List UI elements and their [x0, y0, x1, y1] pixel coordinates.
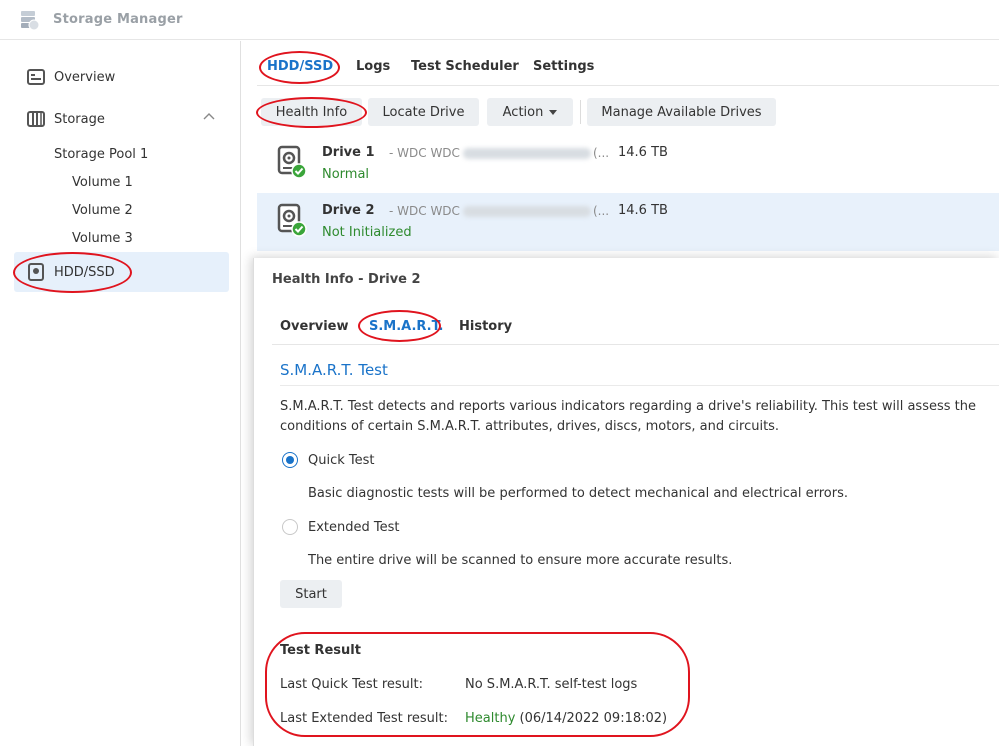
drive-size: 14.6 TB — [618, 145, 668, 160]
dialog-tabs: Overview S.M.A.R.T. History — [272, 310, 999, 345]
storage-manager-icon — [21, 11, 40, 31]
tab-overview[interactable]: Overview — [280, 319, 349, 334]
quick-test-description: Basic diagnostic tests will be performed… — [308, 486, 848, 501]
description-line: conditions of certain S.M.A.R.T. attribu… — [280, 419, 780, 434]
sidebar-item-volume-2[interactable]: Volume 2 — [72, 203, 133, 218]
sidebar-item-volume-1[interactable]: Volume 1 — [72, 175, 133, 190]
action-label: Action — [502, 104, 544, 120]
extended-test-status: Healthy — [465, 711, 516, 726]
drive-serial-blurred — [463, 206, 591, 217]
health-info-button[interactable]: Health Info — [261, 98, 362, 126]
drive-size: 14.6 TB — [618, 203, 668, 218]
caret-down-icon — [549, 109, 558, 115]
locate-drive-button[interactable]: Locate Drive — [368, 98, 479, 126]
main-tabs: HDD/SSD Logs Test Scheduler Settings — [257, 48, 999, 86]
drive-row[interactable]: Drive 2 - WDC WDC (... 14.6 TB Not Initi… — [257, 193, 999, 251]
last-quick-test-label: Last Quick Test result: — [280, 677, 423, 692]
drive-status: Normal — [322, 167, 370, 182]
drive-icon — [277, 203, 307, 237]
storage-icon — [26, 109, 46, 129]
extended-test-radio[interactable] — [282, 519, 298, 535]
toolbar-divider — [580, 100, 581, 124]
description-line: S.M.A.R.T. Test detects and reports vari… — [280, 399, 976, 414]
drive-model: - WDC WDC — [389, 204, 460, 218]
sidebar-item-overview[interactable]: Overview — [14, 57, 229, 97]
drive-name: Drive 2 — [322, 203, 375, 218]
start-button[interactable]: Start — [280, 580, 342, 608]
quick-test-radio[interactable] — [282, 452, 298, 468]
tab-smart[interactable]: S.M.A.R.T. — [369, 319, 443, 334]
drive-model: - WDC WDC — [389, 146, 460, 160]
sidebar-item-label: HDD/SSD — [54, 264, 115, 280]
tab-logs[interactable]: Logs — [356, 59, 390, 74]
extended-test-description: The entire drive will be scanned to ensu… — [308, 553, 733, 568]
drive-icon — [277, 145, 307, 179]
drive-row[interactable]: Drive 1 - WDC WDC (... 14.6 TB Normal — [257, 135, 999, 193]
last-extended-test-value: Healthy (06/14/2022 09:18:02) — [465, 711, 667, 726]
drive-ellipsis: (... — [593, 146, 610, 160]
health-info-dialog: Health Info - Drive 2 Overview S.M.A.R.T… — [253, 258, 999, 746]
sidebar-item-storage[interactable]: Storage — [14, 99, 229, 139]
section-title: S.M.A.R.T. Test — [280, 361, 388, 379]
hdd-icon — [26, 262, 46, 282]
drive-serial-blurred — [463, 148, 591, 159]
title-bar: Storage Manager — [0, 0, 999, 40]
quick-test-label[interactable]: Quick Test — [308, 453, 375, 468]
tab-test-scheduler[interactable]: Test Scheduler — [411, 59, 519, 74]
smart-description: S.M.A.R.T. Test detects and reports vari… — [280, 397, 999, 437]
tab-hdd-ssd[interactable]: HDD/SSD — [267, 59, 333, 74]
sidebar-item-label: Storage — [54, 111, 105, 127]
drive-name: Drive 1 — [322, 145, 375, 160]
manage-drives-button[interactable]: Manage Available Drives — [587, 98, 776, 126]
sidebar-item-volume-3[interactable]: Volume 3 — [72, 231, 133, 246]
test-result-title: Test Result — [280, 643, 361, 658]
app-title: Storage Manager — [53, 12, 183, 27]
drive-ellipsis: (... — [593, 204, 610, 218]
sidebar-item-storage-pool-1[interactable]: Storage Pool 1 — [54, 147, 148, 162]
tab-settings[interactable]: Settings — [533, 59, 594, 74]
sidebar: Overview Storage Storage Pool 1 Volume 1… — [0, 41, 241, 746]
section-divider — [280, 385, 999, 386]
sidebar-item-label: Overview — [54, 69, 116, 85]
sidebar-item-hdd-ssd[interactable]: HDD/SSD — [14, 252, 229, 292]
dialog-title: Health Info - Drive 2 — [272, 272, 421, 287]
last-extended-test-label: Last Extended Test result: — [280, 711, 448, 726]
last-quick-test-value: No S.M.A.R.T. self-test logs — [465, 677, 638, 692]
extended-test-label[interactable]: Extended Test — [308, 520, 399, 535]
extended-test-date: (06/14/2022 09:18:02) — [519, 711, 668, 726]
tab-history[interactable]: History — [459, 319, 512, 334]
action-dropdown-button[interactable]: Action — [487, 98, 573, 126]
drive-status: Not Initialized — [322, 225, 412, 240]
overview-icon — [26, 67, 46, 87]
chevron-up-icon[interactable] — [203, 112, 215, 120]
